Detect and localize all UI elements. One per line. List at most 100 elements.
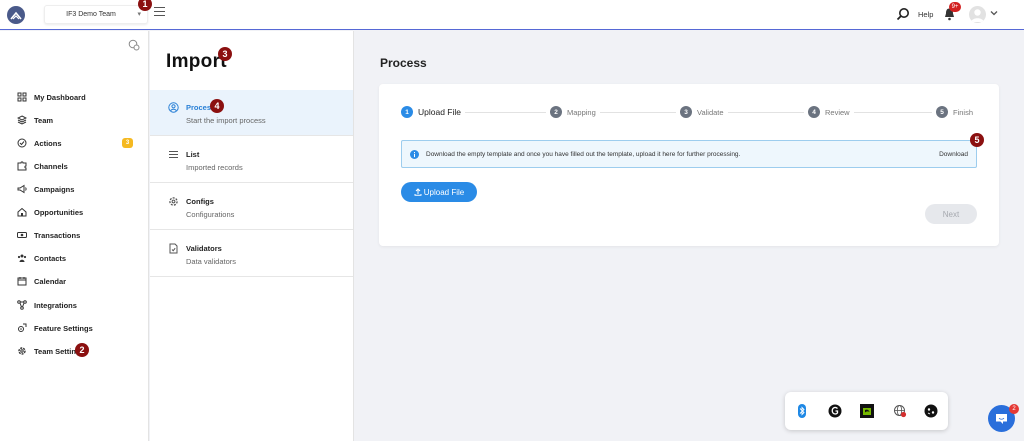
sidebar-item-label: Feature Settings [34,324,93,333]
sidebar-item-label: Integrations [34,301,77,310]
money-icon [17,232,27,238]
import-item-list[interactable]: List Imported records [150,137,353,183]
next-button[interactable]: Next [925,204,977,224]
step-review[interactable]: 4 Review [804,105,854,119]
template-info-banner: Download the empty template and once you… [401,140,977,168]
step-label: Mapping [567,107,596,117]
sidebar-item-transactions[interactable]: Transactions [0,225,148,245]
step-finish[interactable]: 5 Finish [932,105,978,119]
team-selector-label: IF3 Demo Team [66,11,116,18]
import-item-title: Configs [186,197,214,206]
layers-icon [17,115,27,125]
search-icon[interactable] [896,7,910,21]
sidebar-item-label: Transactions [34,231,81,240]
step-number: 2 [550,106,562,118]
upload-icon [414,188,422,196]
sidebar-item-integrations[interactable]: Integrations [0,295,148,315]
page-title: Process [380,56,427,70]
step-number: 5 [936,106,948,118]
sidebar-item-label: Campaigns [34,185,75,194]
callout-badge-5: 5 [970,133,984,147]
help-link[interactable]: Help [918,10,933,19]
step-label: Upload File [418,107,461,117]
import-item-validators[interactable]: Validators Data validators [150,231,353,277]
step-number: 4 [808,106,820,118]
step-label: Finish [953,107,974,117]
step-number: 3 [680,106,692,118]
download-template-link[interactable]: Download [939,151,968,158]
upload-file-button[interactable]: Upload File [401,182,477,202]
step-label: Validate [697,107,724,117]
sidebar-item-campaigns[interactable]: Campaigns [0,179,148,199]
import-item-subtitle: Configurations [186,210,235,219]
home-icon [17,207,27,217]
user-circle-icon [168,102,179,113]
import-item-subtitle: Start the import process [186,116,266,125]
app-logo-icon[interactable] [7,6,25,24]
check-circle-icon [17,138,27,148]
chat-unread-badge: 2 [1009,404,1019,414]
import-item-title: Validators [186,244,222,253]
sidebar-item-label: Actions [34,139,62,148]
info-icon [410,150,419,159]
step-upload-file[interactable]: 1 Upload File [401,105,465,119]
sidebar-item-label: Team [34,116,54,125]
notification-count-badge: 9+ [949,2,961,12]
network-globe-icon[interactable] [893,404,907,418]
callout-badge-2: 2 [75,343,89,357]
calendar-icon [17,277,27,286]
sidebar-item-calendar[interactable]: Calendar [0,271,148,291]
step-mapping[interactable]: 2 Mapping [546,105,600,119]
sidebar-item-label: My Dashboard [34,93,86,102]
feature-gear-icon [18,323,27,332]
step-validate[interactable]: 3 Validate [676,105,728,119]
people-icon [17,254,27,262]
import-item-subtitle: Imported records [186,163,243,172]
network-icon [17,300,27,310]
puzzle-icon [17,161,27,171]
system-tray [785,392,948,430]
sidebar-item-label: Contacts [34,254,67,263]
sidebar-item-actions[interactable]: Actions 3 [0,133,148,153]
step-number: 1 [401,106,413,118]
cog-icon [169,197,178,206]
import-item-configs[interactable]: Configs Configurations [150,184,353,230]
callout-badge-4: 4 [210,99,224,113]
sidebar-item-my-dashboard[interactable]: My Dashboard [0,87,148,107]
grammarly-icon[interactable] [828,404,842,418]
grid-icon [17,92,27,102]
import-item-title: List [186,150,200,159]
sidebar-item-feature-settings[interactable]: Feature Settings [0,318,148,338]
avatar[interactable] [969,6,986,23]
upload-file-label: Upload File [423,187,465,197]
sidebar-item-channels[interactable]: Channels [0,156,148,176]
sidebar-item-opportunities[interactable]: Opportunities [0,202,148,222]
sidebar-item-label: Calendar [34,277,67,286]
import-panel: Import 3 Process Start the import proces… [150,31,354,441]
gear-icon [18,347,26,355]
callout-badge-3: 3 [218,47,232,61]
step-label: Review [825,107,850,117]
sidebar-item-label: Opportunities [34,208,84,217]
sidebar: My Dashboard Team Actions 3 Channels Cam… [0,31,149,441]
team-selector[interactable]: IF3 Demo Team ▾ [44,5,148,24]
import-item-process[interactable]: Process Start the import process 4 [150,90,353,136]
nvidia-icon[interactable] [860,404,874,418]
file-check-icon [169,243,178,254]
list-icon [169,151,178,158]
sidebar-item-contacts[interactable]: Contacts [0,248,148,268]
sidebar-item-label: Channels [34,162,68,171]
sidebar-item-team[interactable]: Team [0,110,148,130]
top-bar: IF3 Demo Team ▾ 1 Help 9+ [0,0,1024,30]
settings-toggle-icon[interactable] [128,39,140,51]
bluetooth-icon[interactable] [795,404,809,418]
import-item-subtitle: Data validators [186,257,237,266]
app-bubble-icon[interactable] [924,404,938,418]
chevron-down-icon: ▾ [137,11,141,18]
process-card: 1 Upload File 2 Mapping 3 Validate 4 Rev… [379,84,999,246]
hamburger-menu-icon[interactable] [154,7,165,17]
actions-count-badge: 3 [122,138,133,148]
sidebar-item-team-settings[interactable]: Team Settings [0,341,148,361]
chevron-down-icon[interactable] [990,10,998,16]
chat-icon [996,413,1007,424]
